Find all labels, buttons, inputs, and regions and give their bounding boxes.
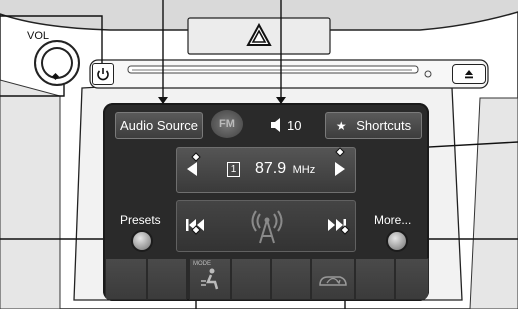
tune-up-button[interactable] — [335, 162, 345, 176]
audio-source-button[interactable]: Audio Source — [115, 112, 203, 139]
antenna-icon — [251, 210, 283, 244]
volume-level: 10 — [287, 118, 302, 133]
bottom-tile[interactable] — [231, 258, 271, 300]
bottom-tile[interactable] — [147, 258, 187, 300]
eject-icon — [465, 70, 473, 79]
seat-airflow-icon — [201, 268, 219, 290]
skip-forward-icon[interactable] — [327, 217, 347, 233]
eject-button[interactable] — [452, 64, 486, 84]
presets-label: Presets — [120, 213, 161, 227]
audio-source-label: Audio Source — [119, 118, 199, 133]
frequency-readout: 87.9 MHz — [255, 160, 315, 178]
more-label: More... — [374, 213, 412, 227]
skip-back-icon[interactable] — [185, 217, 205, 233]
climate-mode-tile[interactable]: MODE — [189, 258, 231, 300]
power-icon — [97, 68, 109, 81]
recirculation-tile[interactable] — [311, 258, 355, 300]
power-button[interactable] — [92, 63, 114, 85]
shortcuts-label: Shortcuts — [356, 118, 412, 133]
presets-knob[interactable] — [131, 230, 153, 252]
fm-badge: FM — [211, 110, 243, 138]
star-icon: ★ — [335, 119, 347, 133]
vol-label: VOL — [27, 30, 50, 42]
bottom-tile[interactable] — [105, 258, 147, 300]
touch-screen: Audio Source FM 10 ★ Shortcuts 1 87.9 MH… — [103, 103, 429, 301]
recirculation-icon — [319, 276, 347, 286]
bottom-tile[interactable] — [395, 258, 429, 300]
bottom-tile[interactable] — [355, 258, 395, 300]
speaker-icon — [271, 118, 280, 132]
frequency-value: 87.9 — [255, 160, 287, 177]
shortcuts-button[interactable]: ★ Shortcuts — [325, 112, 422, 139]
hazard-triangle-icon[interactable] — [246, 23, 272, 47]
tune-down-button[interactable] — [187, 162, 197, 176]
preset-number-box: 1 — [227, 162, 240, 177]
tuner-panel: 1 87.9 MHz — [176, 147, 356, 193]
bottom-tile[interactable] — [271, 258, 311, 300]
frequency-unit: MHz — [292, 164, 316, 176]
volume-knob[interactable] — [34, 40, 80, 86]
more-knob[interactable] — [386, 230, 408, 252]
transport-panel — [176, 200, 356, 252]
